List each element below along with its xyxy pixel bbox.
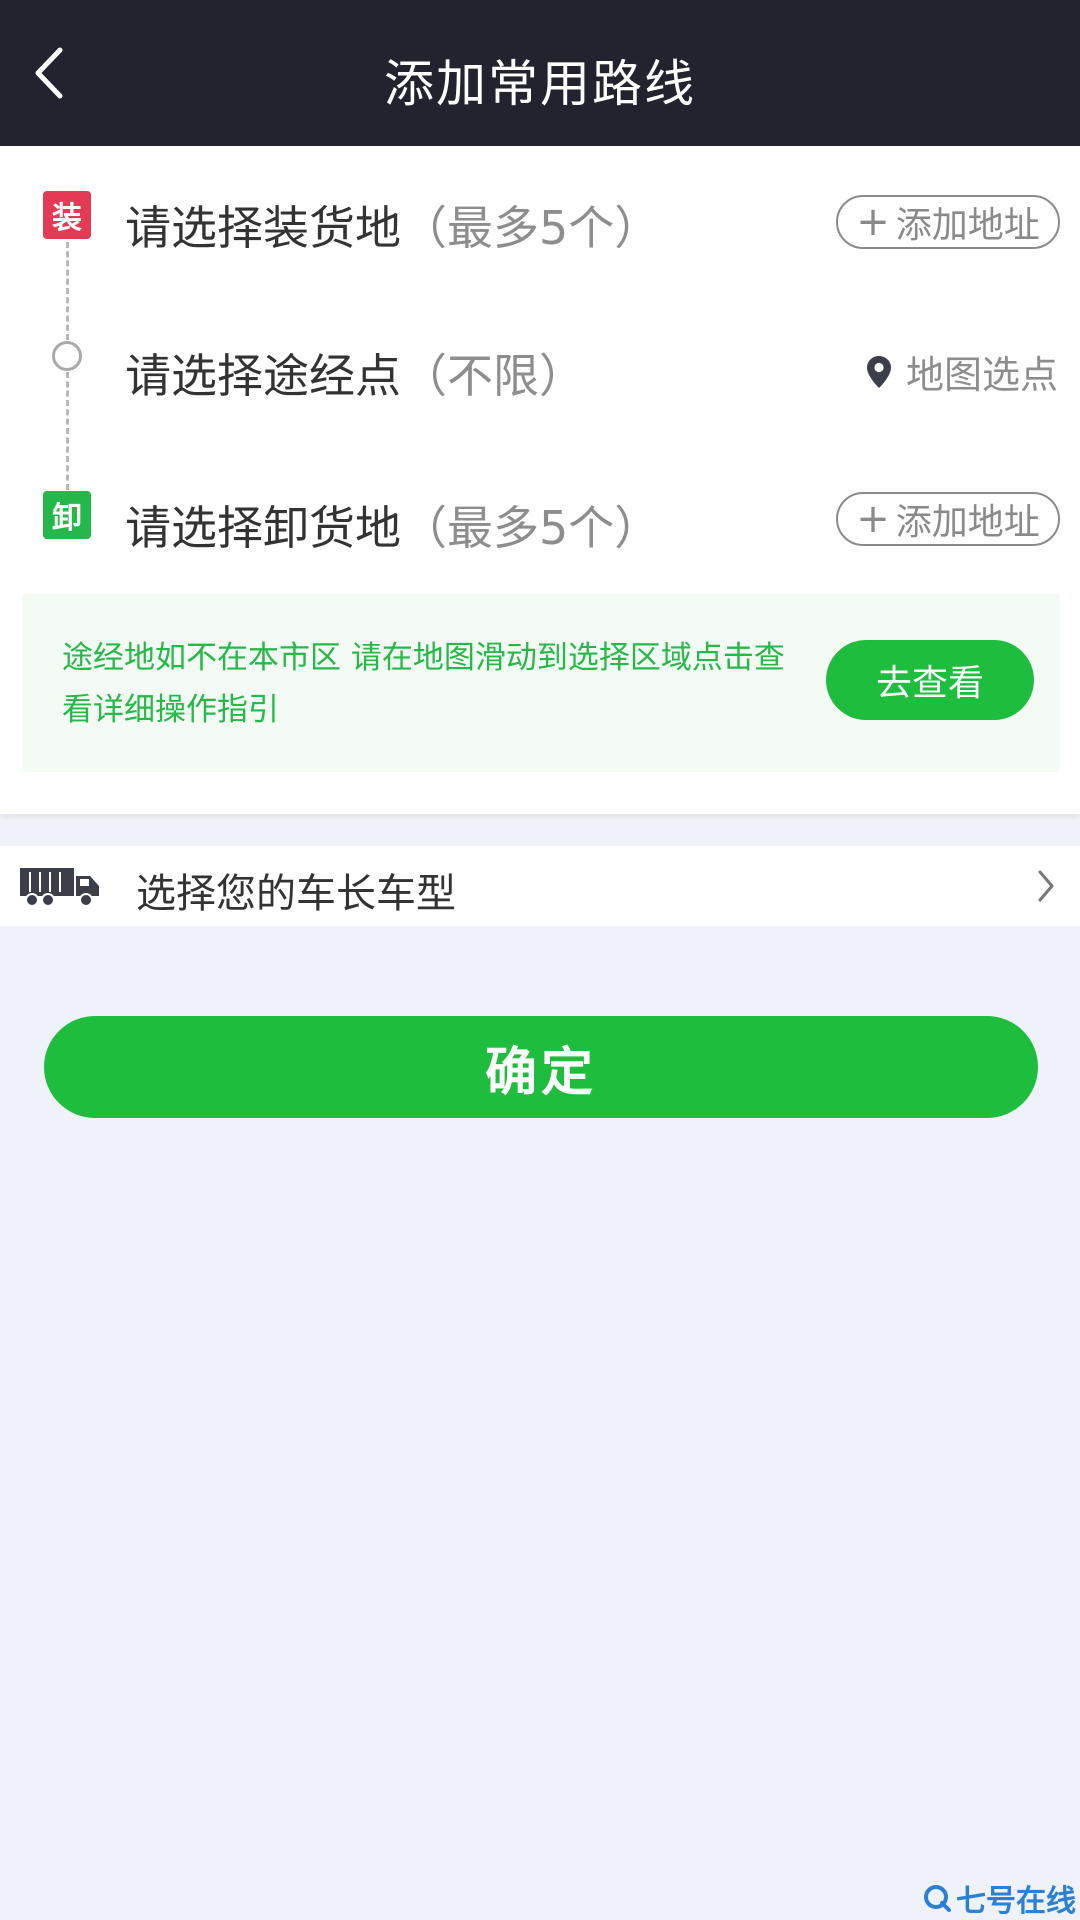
unload-location-selector[interactable]: 请选择卸货地（最多5个）: [125, 492, 660, 558]
waypoint-selector[interactable]: 请选择途经点（不限）: [125, 340, 585, 406]
confirm-button[interactable]: 确定: [44, 1016, 1038, 1118]
unload-location-label: 请选择卸货地: [125, 501, 401, 555]
waypoint-label: 请选择途经点: [125, 349, 401, 403]
load-location-hint: （最多5个）: [401, 201, 661, 255]
chevron-right-icon: [1038, 870, 1054, 902]
vehicle-type-selector[interactable]: 选择您的车长车型: [0, 846, 1080, 926]
load-badge: 装: [43, 191, 91, 239]
waypoint-tip-banner: 途经地如不在本市区 请在地图滑动到选择区域点击查看详细操作指引 去查看: [22, 594, 1060, 772]
route-connector-line: [66, 372, 69, 490]
waypoint-hint: （不限）: [401, 349, 585, 403]
waypoint-dot: [52, 341, 82, 371]
top-nav-bar: 添加常用路线: [0, 0, 1080, 146]
watermark: 七号在线: [922, 1876, 1076, 1920]
add-unload-address-button[interactable]: + 添加地址: [836, 492, 1060, 546]
vehicle-type-label: 选择您的车长车型: [136, 871, 456, 917]
route-card: 装 卸 请选择装货地（最多5个） + 添加地址 请选择途经点（不限） 地图选点 请…: [0, 146, 1080, 814]
add-load-address-button[interactable]: + 添加地址: [836, 195, 1060, 249]
map-pin-icon: [866, 355, 891, 388]
plus-icon: +: [856, 496, 890, 542]
truck-icon: [20, 868, 99, 907]
page-title: 添加常用路线: [384, 55, 696, 113]
load-location-selector[interactable]: 请选择装货地（最多5个）: [125, 192, 660, 258]
map-pick-button[interactable]: 地图选点: [866, 344, 1058, 399]
add-address-label: 添加地址: [895, 502, 1040, 543]
tip-text: 途经地如不在本市区 请在地图滑动到选择区域点击查看详细操作指引: [62, 640, 785, 728]
unload-location-hint: （最多5个）: [401, 501, 661, 555]
view-guide-button[interactable]: 去查看: [826, 640, 1034, 720]
watermark-logo-icon: [924, 1885, 951, 1912]
route-connector-line: [66, 242, 69, 340]
plus-icon: +: [856, 199, 890, 245]
load-location-label: 请选择装货地: [125, 201, 401, 255]
unload-badge: 卸: [43, 491, 91, 539]
add-address-label: 添加地址: [895, 205, 1040, 246]
map-pick-label: 地图选点: [905, 353, 1058, 397]
watermark-text: 七号在线: [956, 1884, 1076, 1919]
